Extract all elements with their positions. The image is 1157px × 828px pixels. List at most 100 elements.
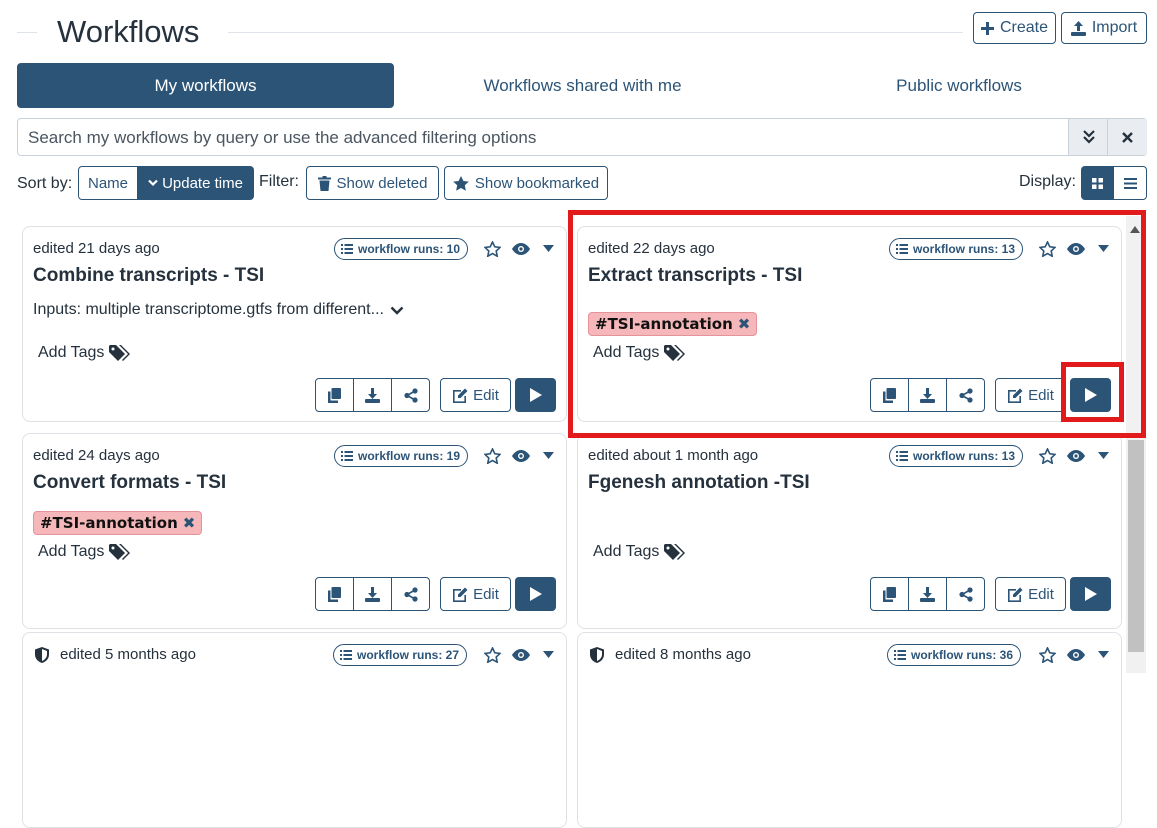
view-eye-icon[interactable] (512, 649, 530, 661)
tab-shared-with-me-label: Workflows shared with me (483, 75, 682, 95)
title-divider-right (228, 32, 963, 33)
workflow-title[interactable]: Convert formats - TSI (33, 472, 226, 494)
edit-button[interactable]: Edit (440, 577, 511, 611)
tab-shared-with-me[interactable]: Workflows shared with me (394, 63, 771, 108)
bookmark-star-icon[interactable] (1039, 241, 1056, 257)
caret-down-icon[interactable] (1098, 245, 1109, 252)
bookmark-star-icon[interactable] (484, 647, 501, 663)
caret-down-icon[interactable] (1098, 452, 1109, 459)
copy-button[interactable] (315, 577, 354, 611)
workflow-title[interactable]: Extract transcripts - TSI (588, 265, 802, 287)
workflow-runs-badge[interactable]: workflow runs: 13 (889, 238, 1024, 260)
workflow-actions-group (870, 577, 985, 611)
download-button[interactable] (353, 378, 392, 412)
caret-down-icon[interactable] (1098, 651, 1109, 658)
display-list-button[interactable] (1113, 166, 1147, 200)
search-input[interactable] (18, 119, 1080, 157)
sort-name-button[interactable]: Name (78, 166, 138, 200)
workflow-description[interactable]: Inputs: multiple transcriptome.gtfs from… (33, 301, 404, 319)
workflow-runs-label: workflow runs: 13 (913, 242, 1016, 256)
clear-search-button[interactable] (1107, 119, 1147, 155)
view-eye-icon[interactable] (1067, 243, 1085, 255)
workflow-runs-badge[interactable]: workflow runs: 27 (333, 644, 468, 666)
share-button[interactable] (946, 378, 985, 412)
double-chevron-down-icon (1082, 130, 1095, 144)
workflow-title[interactable]: Combine transcripts - TSI (33, 265, 264, 287)
view-eye-icon[interactable] (1067, 450, 1085, 462)
share-button[interactable] (946, 577, 985, 611)
download-button[interactable] (353, 577, 392, 611)
play-icon (529, 388, 542, 402)
workflow-runs-badge[interactable]: workflow runs: 13 (889, 445, 1024, 467)
run-workflow-button[interactable] (515, 577, 556, 611)
run-workflow-button[interactable] (1070, 577, 1111, 611)
tab-public-workflows[interactable]: Public workflows (771, 63, 1147, 108)
run-workflow-button[interactable] (515, 378, 556, 412)
edit-button[interactable]: Edit (440, 378, 511, 412)
workflow-title[interactable]: Fgenesh annotation -TSI (588, 472, 810, 494)
remove-tag-icon[interactable]: ✖ (183, 514, 196, 532)
copy-button[interactable] (870, 378, 909, 412)
share-button[interactable] (391, 577, 430, 611)
show-deleted-label: Show deleted (336, 174, 428, 192)
copy-icon (328, 387, 341, 403)
tags-icon (664, 543, 686, 560)
advanced-filter-toggle[interactable] (1068, 119, 1108, 155)
bookmark-star-icon[interactable] (484, 448, 501, 464)
caret-down-icon[interactable] (543, 651, 554, 658)
workflow-runs-badge[interactable]: workflow runs: 19 (334, 445, 469, 467)
edit-button-label: Edit (473, 386, 499, 404)
bookmark-star-icon[interactable] (1039, 448, 1056, 464)
show-bookmarked-button[interactable]: Show bookmarked (444, 166, 608, 200)
add-tags-button[interactable]: Add Tags (593, 344, 686, 362)
workflow-runs-badge[interactable]: workflow runs: 36 (887, 644, 1022, 666)
bookmark-star-icon[interactable] (1039, 647, 1056, 663)
scroll-up-arrow-icon[interactable] (1130, 226, 1140, 233)
upload-icon (1070, 20, 1086, 36)
workflow-actions-group (315, 378, 430, 412)
workflow-runs-label: workflow runs: 13 (913, 449, 1016, 463)
run-workflow-button[interactable] (1070, 378, 1111, 412)
copy-button[interactable] (870, 577, 909, 611)
bookmark-star-icon[interactable] (484, 241, 501, 257)
download-icon (920, 586, 935, 602)
add-tags-button[interactable]: Add Tags (38, 543, 131, 561)
workflow-runs-badge[interactable]: workflow runs: 10 (334, 238, 469, 260)
tag-badge[interactable]: #TSI-annotation ✖ (33, 511, 203, 535)
tag-badge[interactable]: #TSI-annotation ✖ (588, 312, 758, 336)
edit-button[interactable]: Edit (995, 577, 1066, 611)
import-button[interactable]: Import (1061, 12, 1147, 44)
list-icon (340, 650, 352, 660)
show-deleted-button[interactable]: Show deleted (306, 166, 439, 200)
view-eye-icon[interactable] (1067, 649, 1085, 661)
tab-my-workflows[interactable]: My workflows (17, 63, 394, 108)
caret-down-icon[interactable] (543, 245, 554, 252)
share-button[interactable] (391, 378, 430, 412)
play-icon (1084, 587, 1097, 601)
add-tags-button[interactable]: Add Tags (38, 344, 131, 362)
edit-icon (1008, 587, 1023, 602)
caret-down-icon[interactable] (543, 452, 554, 459)
view-eye-icon[interactable] (512, 243, 530, 255)
tab-public-workflows-label: Public workflows (896, 75, 1022, 95)
download-icon (365, 586, 380, 602)
create-button[interactable]: Create (973, 12, 1056, 44)
copy-button[interactable] (315, 378, 354, 412)
import-button-label: Import (1091, 19, 1138, 36)
download-button[interactable] (908, 378, 947, 412)
display-grid-button[interactable] (1081, 166, 1113, 200)
view-eye-icon[interactable] (512, 450, 530, 462)
plus-icon (980, 21, 994, 35)
copy-icon (883, 387, 896, 403)
remove-tag-icon[interactable]: ✖ (738, 315, 751, 333)
sort-name-label: Name (87, 174, 128, 192)
tags-icon (109, 344, 131, 361)
share-icon (403, 387, 418, 403)
edit-button[interactable]: Edit (995, 378, 1066, 412)
add-tags-button[interactable]: Add Tags (593, 543, 686, 561)
scrollbar-thumb[interactable] (1128, 440, 1144, 652)
sort-update-time-button[interactable]: Update time (137, 166, 254, 200)
download-button[interactable] (908, 577, 947, 611)
edited-time: edited 8 months ago (615, 646, 751, 663)
edited-time: edited about 1 month ago (588, 447, 759, 464)
